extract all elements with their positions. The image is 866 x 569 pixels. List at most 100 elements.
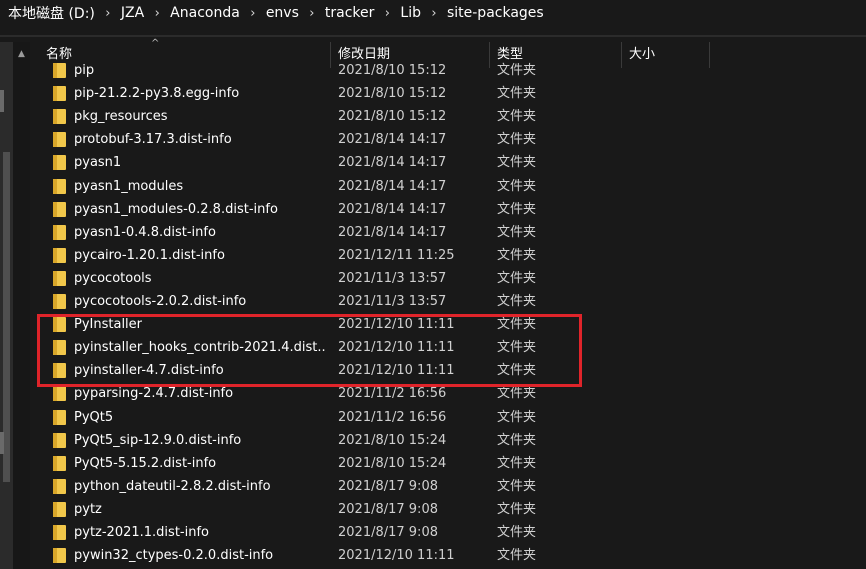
breadcrumb-item[interactable]: tracker — [325, 5, 375, 21]
breadcrumb-item[interactable]: Anaconda — [170, 5, 240, 21]
breadcrumb-item[interactable]: envs — [266, 5, 299, 21]
item-name: pyasn1_modules — [74, 178, 184, 194]
item-date: 2021/12/10 11:11 — [338, 548, 455, 564]
item-name: pycairo-1.20.1.dist-info — [74, 247, 225, 263]
breadcrumb-separator-icon[interactable]: › — [299, 6, 325, 21]
folder-icon — [53, 201, 66, 217]
navigation-pane-scrollbar[interactable] — [0, 42, 13, 569]
breadcrumb-item[interactable]: Lib — [400, 5, 421, 21]
list-item[interactable]: pyasn1_modules 2021/8/14 14:17 文件夹 — [30, 175, 866, 198]
item-type: 文件夹 — [497, 178, 537, 194]
toolbar-divider — [0, 35, 866, 37]
item-name: pyasn1-0.4.8.dist-info — [74, 224, 216, 240]
item-type: 文件夹 — [497, 247, 537, 263]
list-item[interactable]: pycocotools-2.0.2.dist-info 2021/11/3 13:… — [30, 290, 866, 313]
item-type: 文件夹 — [497, 109, 537, 125]
item-date: 2021/8/14 14:17 — [338, 178, 447, 194]
item-name: PyQt5 — [74, 409, 114, 425]
list-item[interactable]: pip-21.2.2-py3.8.egg-info 2021/8/10 15:12… — [30, 82, 866, 105]
item-date: 2021/8/10 15:12 — [338, 86, 447, 102]
item-name: pywin32_ctypes-0.2.0.dist-info — [74, 548, 274, 564]
folder-icon — [53, 455, 66, 471]
item-name: pyparsing-2.4.7.dist-info — [74, 386, 234, 402]
folder-icon — [53, 294, 66, 309]
item-date: 2021/12/11 11:25 — [338, 247, 455, 263]
list-item[interactable]: pyasn1_modules-0.2.8.dist-info 2021/8/14 … — [30, 198, 866, 221]
item-name: pip — [74, 63, 95, 78]
item-date: 2021/11/3 13:57 — [338, 270, 447, 286]
breadcrumb-separator-icon[interactable]: › — [421, 6, 447, 21]
folder-icon — [53, 63, 66, 78]
list-item[interactable]: pycairo-1.20.1.dist-info 2021/12/11 11:25… — [30, 244, 866, 267]
item-name: PyQt5-5.15.2.dist-info — [74, 455, 217, 471]
item-name: python_dateutil-2.8.2.dist-info — [74, 478, 271, 494]
file-list-scrollbar[interactable]: ▲ — [13, 42, 30, 569]
item-name: pyasn1_modules-0.2.8.dist-info — [74, 201, 278, 217]
list-item[interactable]: pyinstaller-4.7.dist-info 2021/12/10 11:1… — [30, 359, 866, 382]
list-item[interactable]: PyQt5-5.15.2.dist-info 2021/8/10 15:24 文件夹 — [30, 452, 866, 475]
breadcrumb-separator-icon[interactable]: › — [240, 6, 266, 21]
list-item[interactable]: PyQt5_sip-12.9.0.dist-info 2021/8/10 15:2… — [30, 429, 866, 452]
list-item[interactable]: pip 2021/8/10 15:12 文件夹 — [30, 60, 866, 82]
breadcrumb-separator-icon[interactable]: › — [144, 6, 170, 21]
item-date: 2021/12/10 11:11 — [338, 340, 455, 356]
item-name: pyasn1 — [74, 155, 122, 171]
breadcrumb-separator-icon[interactable]: › — [374, 6, 400, 21]
scrollbar-marker — [0, 90, 4, 112]
scroll-up-arrow-icon[interactable]: ▲ — [13, 48, 30, 60]
item-date: 2021/11/2 16:56 — [338, 386, 447, 402]
item-name: PyQt5_sip-12.9.0.dist-info — [74, 432, 242, 448]
item-type: 文件夹 — [497, 363, 537, 379]
breadcrumb[interactable]: 本地磁盘 (D:) › JZA › Anaconda › envs › tracker › Lib ›… — [0, 0, 866, 26]
list-item[interactable]: PyQt5 2021/11/2 16:56 文件夹 — [30, 406, 866, 429]
folder-icon — [53, 363, 66, 379]
list-item[interactable]: pyinstaller_hooks_contrib-2021.4.dist...… — [30, 336, 866, 359]
folder-icon — [53, 270, 66, 286]
item-type: 文件夹 — [497, 432, 537, 448]
list-item[interactable]: pkg_resources 2021/8/10 15:12 文件夹 — [30, 105, 866, 128]
breadcrumb-separator-icon[interactable]: › — [95, 6, 121, 21]
list-item[interactable]: pytz 2021/8/17 9:08 文件夹 — [30, 498, 866, 521]
breadcrumb-item[interactable]: 本地磁盘 (D:) — [8, 3, 95, 23]
list-item[interactable]: pycocotools 2021/11/3 13:57 文件夹 — [30, 267, 866, 290]
folder-icon — [53, 224, 66, 240]
item-type: 文件夹 — [497, 155, 537, 171]
item-date: 2021/8/14 14:17 — [338, 201, 447, 217]
list-item[interactable]: python_dateutil-2.8.2.dist-info 2021/8/17… — [30, 475, 866, 498]
item-date: 2021/8/17 9:08 — [338, 501, 438, 517]
breadcrumb-item[interactable]: site-packages — [447, 5, 544, 21]
list-item[interactable]: protobuf-3.17.3.dist-info 2021/8/14 14:17… — [30, 128, 866, 151]
folder-icon — [53, 432, 66, 448]
list-item[interactable]: pyasn1 2021/8/14 14:17 文件夹 — [30, 151, 866, 174]
folder-icon — [53, 317, 66, 333]
folder-icon — [53, 86, 66, 102]
list-item[interactable]: pytz-2021.1.dist-info 2021/8/17 9:08 文件夹 — [30, 521, 866, 544]
item-type: 文件夹 — [497, 86, 537, 102]
list-item[interactable]: pywin32_ctypes-0.2.0.dist-info 2021/12/10… — [30, 544, 866, 567]
folder-icon — [53, 340, 66, 356]
item-type: 文件夹 — [497, 224, 537, 240]
item-type: 文件夹 — [497, 525, 537, 540]
breadcrumb-item[interactable]: JZA — [121, 5, 144, 21]
item-name: pyinstaller-4.7.dist-info — [74, 363, 224, 379]
item-type: 文件夹 — [497, 386, 537, 402]
item-name: pkg_resources — [74, 109, 168, 125]
item-type: 文件夹 — [497, 548, 537, 564]
item-name: pytz-2021.1.dist-info — [74, 525, 209, 540]
folder-icon — [53, 409, 66, 425]
item-type: 文件夹 — [497, 409, 537, 425]
sort-ascending-icon: ^ — [151, 38, 160, 49]
item-type: 文件夹 — [497, 455, 537, 471]
list-item[interactable]: pyparsing-2.4.7.dist-info 2021/11/2 16:56… — [30, 382, 866, 405]
item-date: 2021/8/14 14:17 — [338, 155, 447, 171]
item-date: 2021/8/10 15:24 — [338, 432, 447, 448]
folder-icon — [53, 501, 66, 517]
item-type: 文件夹 — [497, 317, 537, 333]
list-item[interactable]: pyasn1-0.4.8.dist-info 2021/8/14 14:17 文件夹 — [30, 221, 866, 244]
item-name: pytz — [74, 501, 102, 517]
scrollbar-thumb[interactable] — [3, 152, 10, 482]
folder-icon — [53, 132, 66, 148]
list-item[interactable]: PyInstaller 2021/12/10 11:11 文件夹 — [30, 313, 866, 336]
item-date: 2021/8/17 9:08 — [338, 525, 438, 540]
item-type: 文件夹 — [497, 294, 537, 309]
